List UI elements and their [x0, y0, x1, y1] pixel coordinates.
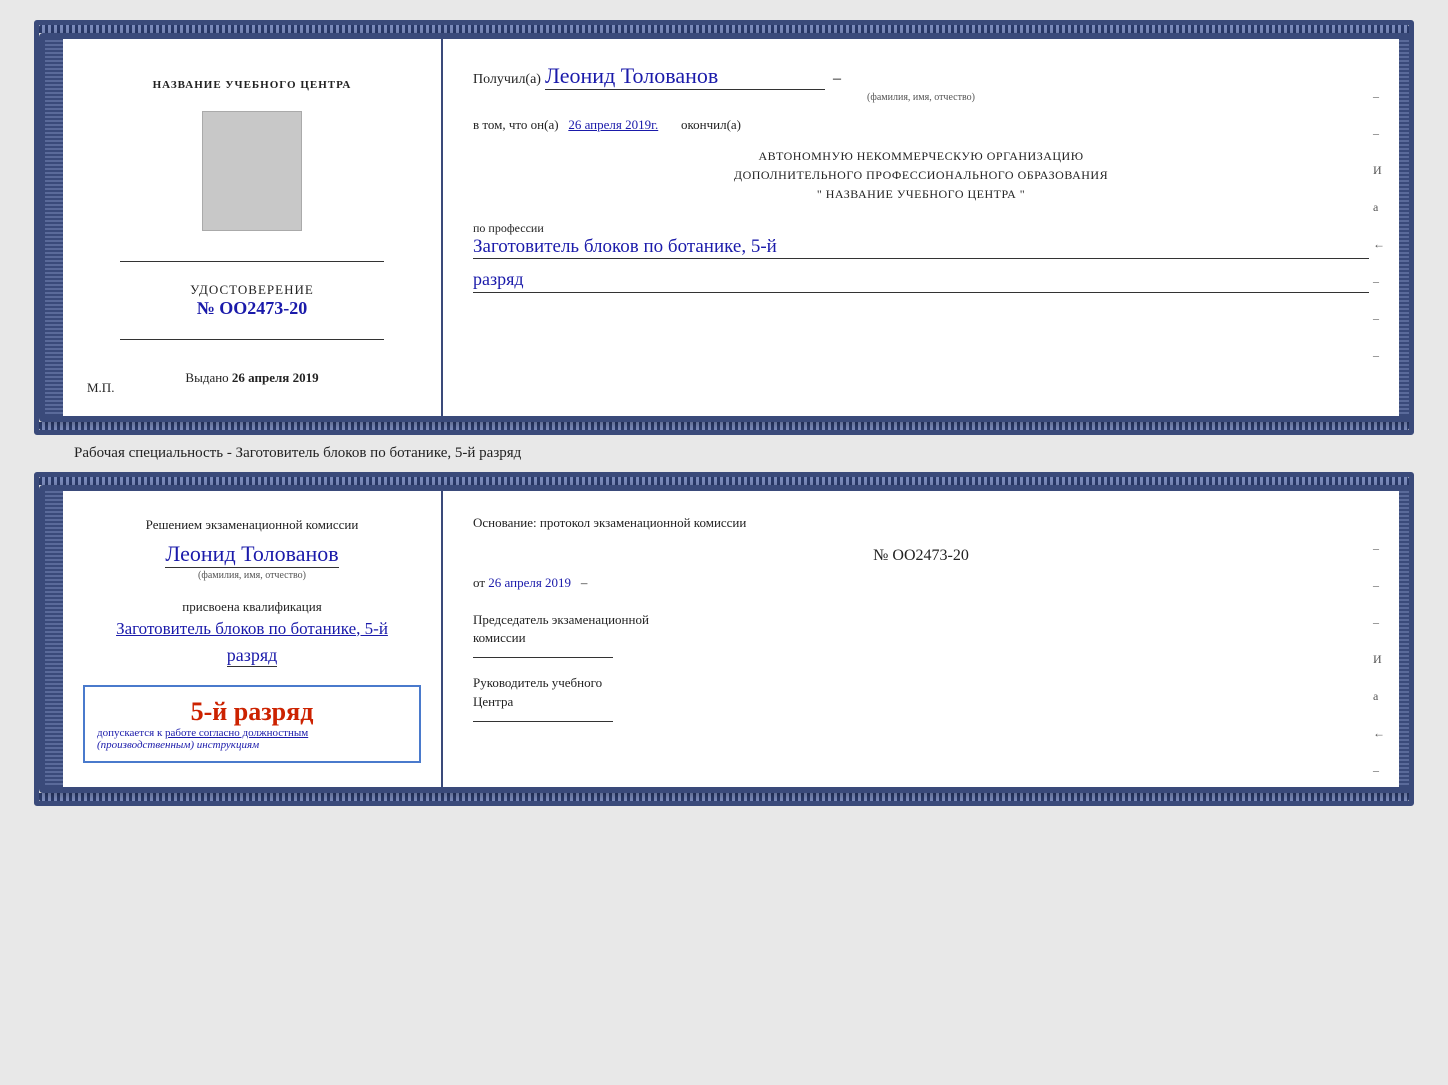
divider-line-2 — [120, 339, 384, 340]
bottom-right-spine — [1399, 491, 1413, 787]
director-signature-line — [473, 721, 613, 722]
page-wrapper: НАЗВАНИЕ УЧЕБНОГО ЦЕНТРА УДОСТОВЕРЕНИЕ №… — [34, 20, 1414, 806]
name-subtitle: (фамилия, имя, отчество) — [473, 92, 1369, 103]
chairman-title-1: Председатель экзаменационной — [473, 611, 1369, 629]
top-cert-left-panel: НАЗВАНИЕ УЧЕБНОГО ЦЕНТРА УДОСТОВЕРЕНИЕ №… — [63, 39, 443, 416]
cert-number-block: УДОСТОВЕРЕНИЕ № OO2473-20 — [190, 282, 314, 319]
completed-suffix: окончил(а) — [681, 117, 741, 132]
profession-value: Заготовитель блоков по ботанике, 5-й — [473, 236, 1369, 259]
rank-value: разряд — [473, 269, 1369, 293]
director-title-2: Центра — [473, 693, 1369, 711]
top-certificate: НАЗВАНИЕ УЧЕБНОГО ЦЕНТРА УДОСТОВЕРЕНИЕ №… — [34, 20, 1414, 435]
top-cert-inner: НАЗВАНИЕ УЧЕБНОГО ЦЕНТРА УДОСТОВЕРЕНИЕ №… — [39, 33, 1414, 422]
received-label: Получил(а) — [473, 72, 541, 87]
issued-line: Выдано 26 апреля 2019 — [185, 370, 318, 386]
bottom-profession: Заготовитель блоков по ботанике, 5-й — [116, 619, 388, 639]
institution-line-3: " НАЗВАНИЕ УЧЕБНОГО ЦЕНТРА " — [473, 185, 1369, 204]
protocol-date-line: от 26 апреля 2019 – — [473, 575, 1369, 591]
bottom-right-edge-marks: – – – И а ← – – – — [1373, 541, 1385, 793]
institution-line-2: ДОПОЛНИТЕЛЬНОГО ПРОФЕССИОНАЛЬНОГО ОБРАЗО… — [473, 166, 1369, 185]
bottom-cert-inner: Решением экзаменационной комиссии Леонид… — [39, 485, 1414, 793]
institution-line-1: АВТОНОМНУЮ НЕКОММЕРЧЕСКУЮ ОРГАНИЗАЦИЮ — [473, 147, 1369, 166]
basis-text: Основание: протокол экзаменационной коми… — [473, 515, 1369, 531]
stamp-admission-underline: работе согласно должностным — [165, 727, 308, 739]
institution-block: АВТОНОМНУЮ НЕКОММЕРЧЕСКУЮ ОРГАНИЗАЦИЮ ДО… — [473, 147, 1369, 205]
mp-stamp: М.П. — [87, 380, 114, 396]
bottom-left-spine — [45, 491, 63, 787]
cert-number: № OO2473-20 — [190, 298, 314, 319]
bottom-cert-left-panel: Решением экзаменационной комиссии Леонид… — [63, 491, 443, 787]
director-block: Руководитель учебного Центра — [473, 674, 1369, 721]
profession-block: по профессии Заготовитель блоков по бота… — [473, 221, 1369, 259]
photo-placeholder — [202, 111, 302, 231]
specialty-label: Рабочая специальность - Заготовитель бло… — [74, 435, 521, 472]
divider-line-1 — [120, 261, 384, 262]
stamp-admission-italic: (производственным) инструкциям — [97, 739, 407, 751]
right-spine — [1399, 39, 1413, 416]
cert-label: УДОСТОВЕРЕНИЕ — [190, 282, 314, 298]
director-title-1: Руководитель учебного — [473, 674, 1369, 692]
top-cert-right-panel: Получил(а) Леонид Толованов – (фамилия, … — [443, 39, 1399, 416]
completion-date: 26 апреля 2019г. — [568, 117, 658, 132]
bottom-cert-right-panel: Основание: протокол экзаменационной коми… — [443, 491, 1399, 787]
date-from-prefix: от — [473, 575, 485, 590]
bottom-certificate: Решением экзаменационной комиссии Леонид… — [34, 472, 1414, 806]
decision-text: Решением экзаменационной комиссии — [146, 515, 359, 535]
protocol-number: № OO2473-20 — [473, 547, 1369, 565]
recipient-name: Леонид Толованов — [545, 63, 825, 90]
chairman-title-2: комиссии — [473, 629, 1369, 647]
bottom-recipient-name: Леонид Толованов — [165, 541, 338, 568]
issued-date: 26 апреля 2019 — [232, 370, 319, 385]
stamp-admission-prefix: допускается к — [97, 727, 162, 739]
bottom-border-strip — [39, 422, 1409, 430]
date-prefix: в том, что он(а) — [473, 117, 559, 132]
right-edge-marks: – – И а ← – – – — [1373, 89, 1385, 363]
stamp-admission: допускается к работе согласно должностны… — [97, 727, 407, 739]
chairman-block: Председатель экзаменационной комиссии — [473, 611, 1369, 658]
stamp-rank-text: 5-й разряд — [97, 697, 407, 727]
bottom-rank: разряд — [227, 645, 278, 667]
bottom-top-border — [39, 477, 1409, 485]
left-spine — [45, 39, 63, 416]
bottom-cert-bottom-border — [39, 793, 1409, 801]
stamp-box: 5-й разряд допускается к работе согласно… — [83, 685, 421, 763]
protocol-date: 26 апреля 2019 — [488, 575, 571, 590]
top-border-strip — [39, 25, 1409, 33]
chairman-signature-line — [473, 657, 613, 658]
profession-label: по профессии — [473, 221, 1369, 236]
qualification-label: присвоена квалификация — [182, 599, 321, 615]
bottom-name-subtitle: (фамилия, имя, отчество) — [198, 570, 306, 581]
completion-date-line: в том, что он(а) 26 апреля 2019г. окончи… — [473, 117, 1369, 133]
received-block: Получил(а) Леонид Толованов – (фамилия, … — [473, 63, 1369, 103]
top-left-center-title: НАЗВАНИЕ УЧЕБНОГО ЦЕНТРА — [153, 79, 352, 91]
issued-label: Выдано — [185, 370, 228, 385]
